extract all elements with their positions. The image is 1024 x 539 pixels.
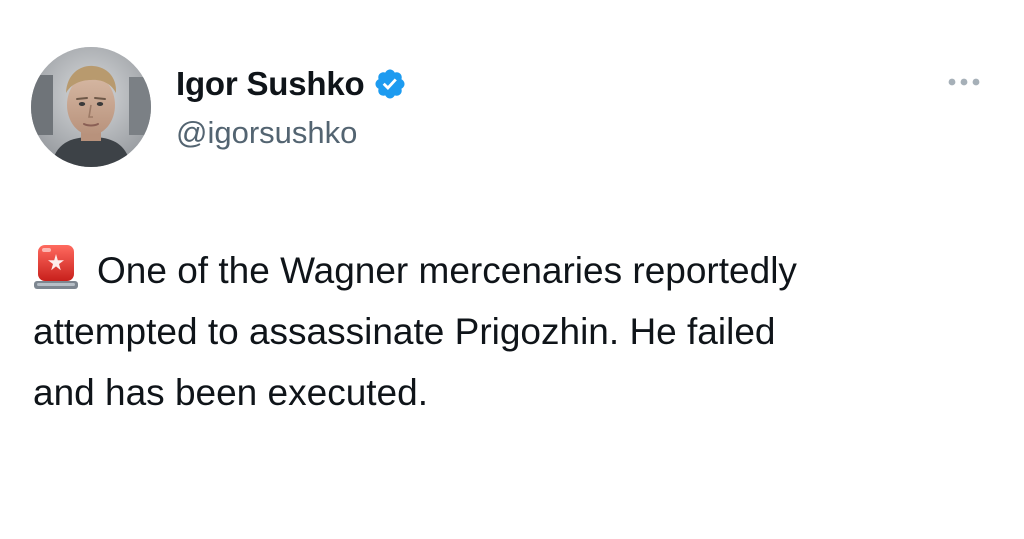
avatar-photo	[31, 47, 151, 167]
tweet-text: One of the Wagner mercenaries reportedly…	[33, 240, 993, 423]
tweet-text-line-1: One of the Wagner mercenaries reportedly	[33, 240, 993, 301]
author-name-row: Igor Sushko	[176, 62, 407, 106]
author-avatar[interactable]	[31, 47, 151, 167]
verified-badge-icon[interactable]	[373, 67, 407, 101]
tweet-text-line-3: and has been executed.	[33, 372, 428, 413]
tweet-text-line-1-content: One of the Wagner mercenaries reportedly	[97, 250, 797, 291]
author-display-name[interactable]: Igor Sushko	[176, 62, 365, 106]
more-horizontal-icon	[948, 78, 980, 86]
author-handle[interactable]: @igorsushko	[176, 113, 357, 153]
police-car-light-icon	[33, 243, 79, 291]
more-options-button[interactable]	[944, 70, 984, 94]
tweet-text-line-2: attempted to assassinate Prigozhin. He f…	[33, 311, 776, 352]
tweet-card: Igor Sushko @igorsushko One of the Wagne…	[0, 0, 1024, 539]
